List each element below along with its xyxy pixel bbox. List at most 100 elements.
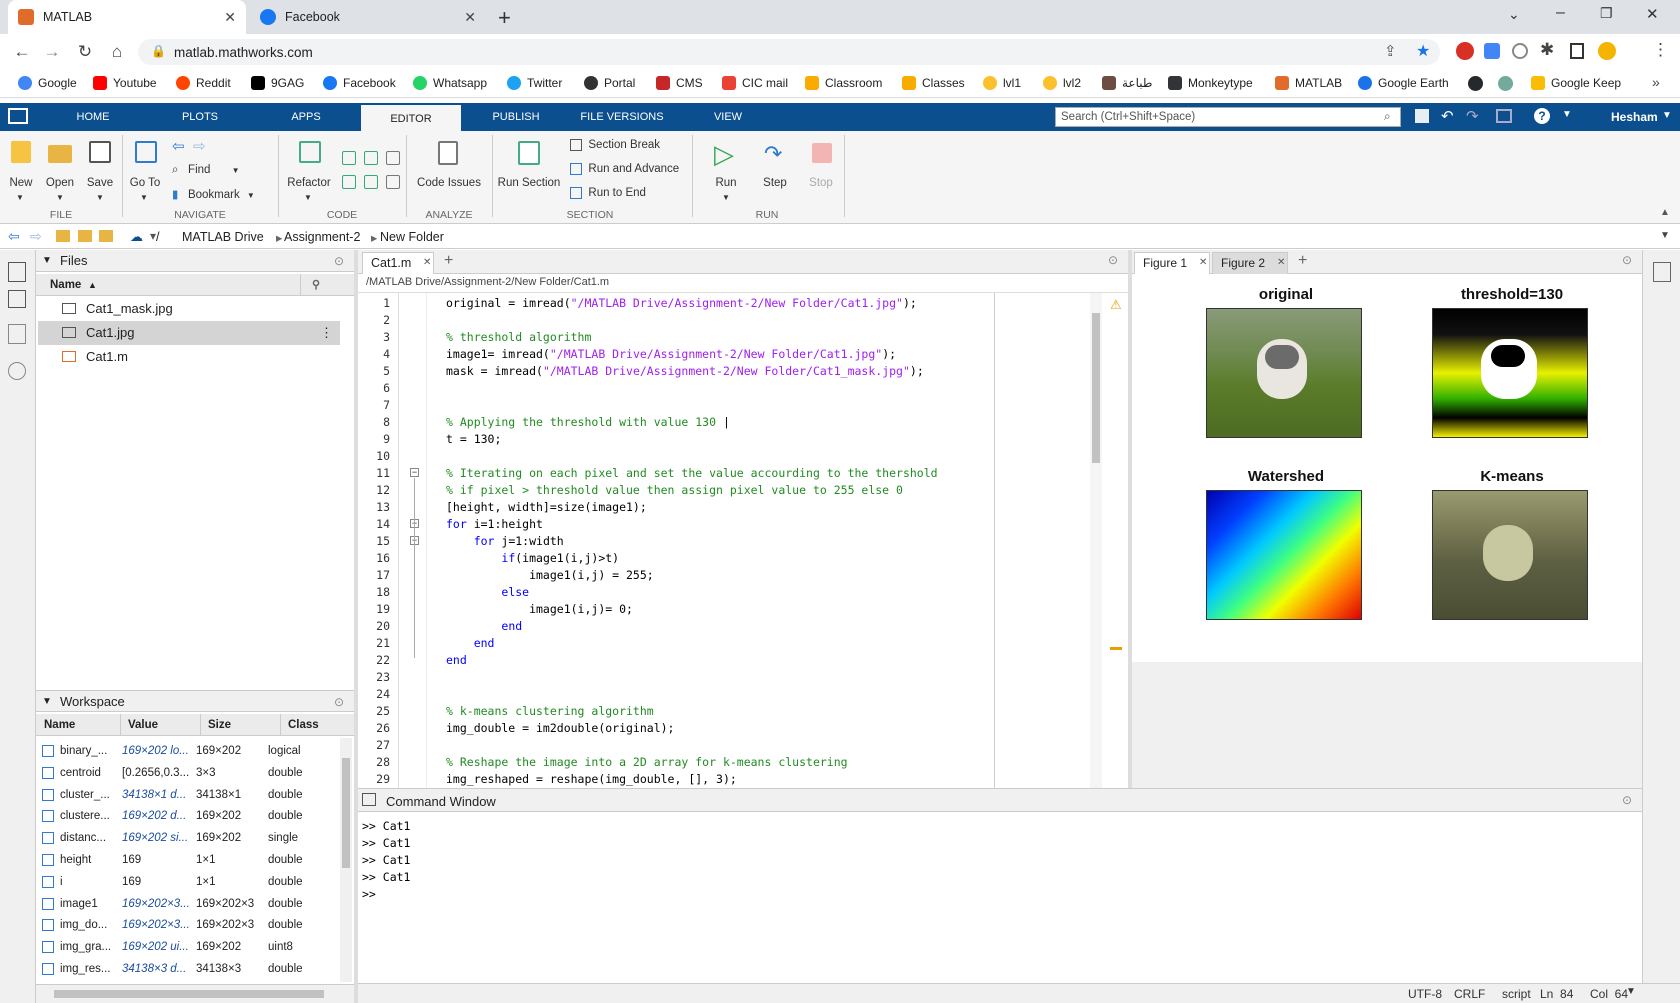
back-arrow-icon[interactable]: ⇦ <box>172 137 185 155</box>
files-panel-icon[interactable] <box>8 262 26 282</box>
step-button[interactable]: ↷ Step <box>752 135 798 205</box>
panel-menu-icon[interactable]: ⊙ <box>334 250 344 272</box>
status-line[interactable]: Ln 84 <box>1540 987 1573 1001</box>
new-tab-icon[interactable]: + <box>498 5 511 31</box>
chevron-down-icon[interactable]: ▼ <box>1662 110 1672 121</box>
workspace-row[interactable]: img_do... 169×202×3... 169×202×3 double <box>38 914 350 936</box>
tab-file-versions[interactable]: FILE VERSIONS <box>572 103 672 131</box>
search-input[interactable]: Search (Ctrl+Shift+Space) <box>1055 107 1401 127</box>
matlab-layout-icon[interactable] <box>8 108 28 124</box>
indent-icon[interactable] <box>386 151 400 165</box>
undo-icon[interactable]: ↶ <box>1441 107 1454 125</box>
share-icon[interactable]: ⇪ <box>1384 42 1397 60</box>
help-icon[interactable]: ? <box>1534 108 1550 124</box>
bookmark-matlab[interactable]: MATLAB <box>1275 76 1342 90</box>
warning-marker[interactable] <box>1110 647 1122 650</box>
column-name[interactable]: Name <box>44 714 75 736</box>
code-issues-button[interactable]: Code Issues <box>412 135 486 205</box>
tab-home[interactable]: HOME <box>56 103 130 131</box>
avatar[interactable] <box>1598 42 1616 60</box>
new-button[interactable]: New ▼ <box>2 135 38 205</box>
bookmark-lvl2[interactable]: lvl2 <box>1043 76 1081 90</box>
browser-tab-facebook[interactable]: Facebook ✕ <box>250 0 486 34</box>
browser-menu-icon[interactable]: ⋮ <box>1652 40 1669 60</box>
run-button[interactable]: ▷ Run ▼ <box>700 135 752 205</box>
user-menu[interactable]: Hesham <box>1611 110 1658 124</box>
workspace-hscrollbar[interactable] <box>36 984 354 1003</box>
file-item[interactable]: Cat1.m <box>38 345 340 369</box>
tab-plots[interactable]: PLOTS <box>160 103 240 131</box>
open-button[interactable]: Open ▼ <box>42 135 78 205</box>
workspace-panel-icon[interactable] <box>8 290 26 308</box>
tab-view[interactable]: VIEW <box>688 103 768 131</box>
run-to-end-button[interactable]: Run to End <box>570 187 646 199</box>
panel-menu-icon[interactable]: ⊙ <box>334 691 344 713</box>
workspace-row[interactable]: image1 169×202×3... 169×202×3 double <box>38 893 350 915</box>
files-column-header[interactable]: Name ▲ ⚲ <box>36 274 354 296</box>
bookmark-monkeytype[interactable]: Monkeytype <box>1168 76 1253 90</box>
home-icon[interactable]: ⌂ <box>107 42 127 62</box>
editor-scrollbar[interactable] <box>1090 293 1102 789</box>
workspace-row[interactable]: binary_... 169×202 lo... 169×202 logical <box>38 740 350 762</box>
uncomment-icon[interactable] <box>342 175 356 189</box>
maximize-icon[interactable]: ❐ <box>1600 5 1613 22</box>
bookmark-google-earth[interactable]: Google Earth <box>1358 76 1449 90</box>
address-bar[interactable]: 🔒 matlab.mathworks.com ⇪ ★ <box>138 39 1440 65</box>
panel-menu-icon[interactable]: ⊙ <box>1622 253 1632 267</box>
redo-icon[interactable]: ↷ <box>1466 107 1479 125</box>
github-icon[interactable] <box>1468 76 1483 91</box>
chevron-down-icon[interactable]: ▼ <box>42 250 52 272</box>
column-value[interactable]: Value <box>128 714 158 736</box>
bookmark-lvl1[interactable]: lvl1 <box>983 76 1021 90</box>
tab-figure-1[interactable]: Figure 1 ✕ <box>1134 252 1210 274</box>
figure-canvas[interactable]: original threshold=130 Watershed K-means <box>1132 274 1642 662</box>
status-eol[interactable]: CRLF <box>1454 987 1485 1001</box>
chatgpt-icon[interactable] <box>1498 76 1513 91</box>
window-close-icon[interactable]: ✕ <box>1646 5 1659 23</box>
collapse-ribbon-icon[interactable]: ▲ <box>1660 207 1670 218</box>
command-prompt[interactable]: >> <box>362 887 376 901</box>
forward-arrow-icon[interactable]: ⇨ <box>193 137 206 155</box>
tab-editor[interactable]: EDITOR <box>361 103 461 131</box>
column-options-icon[interactable]: ⚲ <box>312 274 320 296</box>
stop-button[interactable]: Stop <box>798 135 844 205</box>
forward-icon[interactable]: → <box>42 42 62 62</box>
save-button[interactable]: Save ▼ <box>82 135 118 205</box>
browse-folder-icon[interactable] <box>99 230 113 242</box>
status-file-type[interactable]: script <box>1502 987 1531 1001</box>
back-icon[interactable]: ← <box>12 42 32 62</box>
puzzle-extensions-icon[interactable]: ✱ <box>1540 40 1554 60</box>
breadcrumb-matlab-drive[interactable]: MATLAB Drive <box>182 230 264 244</box>
run-section-button[interactable]: Run Section <box>494 135 564 205</box>
tab-figure-2[interactable]: Figure 2 ✕ <box>1212 252 1288 274</box>
side-panel-icon[interactable] <box>1570 43 1584 59</box>
up-folder-icon[interactable] <box>56 230 70 242</box>
workspace-row[interactable]: cluster_... 34138×1 d... 34138×1 double <box>38 784 350 806</box>
smart-indent-icon[interactable] <box>386 175 400 189</box>
workspace-row[interactable]: distanc... 169×202 si... 169×202 single <box>38 827 350 849</box>
back-arrow-icon[interactable]: ⇦ <box>8 228 20 245</box>
history-icon[interactable] <box>8 362 26 380</box>
bookmark-facebook[interactable]: Facebook <box>323 76 396 90</box>
bookmark-twitter[interactable]: Twitter <box>507 76 562 90</box>
chevron-down-icon[interactable]: ▼ <box>42 691 52 713</box>
chevron-down-icon[interactable]: ▼ <box>1562 109 1572 120</box>
file-item[interactable]: Cat1_mask.jpg <box>38 297 340 321</box>
editor-tab-cat1[interactable]: Cat1.m ✕ <box>362 252 434 274</box>
refactor-button[interactable]: Refactor ▼ <box>284 135 334 205</box>
status-column[interactable]: Col 64 <box>1590 987 1628 1001</box>
bookmark-classes[interactable]: Classes <box>902 76 965 90</box>
bookmark-9gag[interactable]: 9GAG <box>251 76 304 90</box>
panel-menu-icon[interactable]: ⊙ <box>1622 793 1632 807</box>
chevron-down-icon[interactable]: ▼ <box>1660 230 1670 241</box>
bookmark-portal[interactable]: Portal <box>584 76 635 90</box>
goto-button[interactable]: Go To ▼ <box>126 135 164 205</box>
close-icon[interactable]: ✕ <box>1277 253 1285 273</box>
scrollbar-thumb[interactable] <box>342 758 350 868</box>
bookmark-classroom[interactable]: Classroom <box>805 76 882 90</box>
fold-icon[interactable]: − <box>410 468 419 477</box>
tab-publish[interactable]: PUBLISH <box>476 103 556 131</box>
file-versions-icon[interactable] <box>8 324 26 344</box>
section-break-button[interactable]: Section Break <box>570 139 660 151</box>
workspace-row[interactable]: height 169 1×1 double <box>38 849 350 871</box>
